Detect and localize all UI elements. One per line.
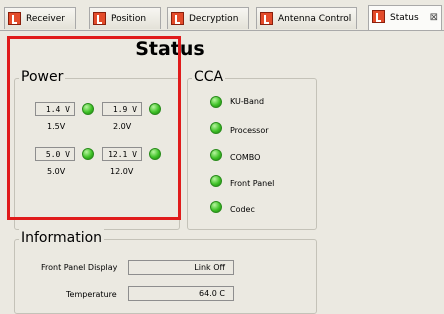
tab-bar: Receiver Position Decryption Antenna Con… — [0, 0, 444, 30]
information-title: Information — [19, 229, 105, 247]
app-icon — [260, 12, 273, 25]
status-led-icon — [210, 96, 222, 108]
tab-antenna-control[interactable]: Antenna Control — [256, 7, 357, 29]
power-title: Power — [19, 68, 66, 86]
cca-item-label: Processor — [230, 126, 269, 135]
voltage-nominal-label: 1.5V — [47, 122, 66, 131]
voltage-readout: 5.0 V — [35, 147, 75, 161]
information-group: Information Front Panel Display Link Off… — [14, 229, 317, 314]
tab-receiver[interactable]: Receiver — [4, 7, 76, 29]
tab-label: Decryption — [189, 14, 239, 24]
page-title: Status — [135, 38, 205, 60]
status-led-icon — [82, 148, 94, 160]
voltage-nominal-label: 5.0V — [47, 167, 66, 176]
status-led-icon — [149, 148, 161, 160]
voltage-nominal-label: 12.0V — [110, 167, 134, 176]
app-icon — [171, 12, 184, 25]
tab-label: Antenna Control — [278, 14, 352, 24]
cca-group: CCA KU-Band Processor COMBO Front Panel … — [187, 68, 317, 230]
status-led-icon — [210, 175, 222, 187]
app-icon — [8, 12, 21, 25]
tab-status[interactable]: Status ⊠ — [368, 5, 442, 30]
tab-decryption[interactable]: Decryption — [167, 7, 249, 29]
voltage-readout: 12.1 V — [102, 147, 142, 161]
tab-position[interactable]: Position — [89, 7, 161, 29]
front-panel-display-label: Front Panel Display — [41, 263, 118, 272]
cca-item-label: Codec — [230, 205, 255, 214]
status-led-icon — [210, 149, 222, 161]
front-panel-display-field: Link Off — [128, 260, 234, 275]
status-led-icon — [210, 201, 222, 213]
voltage-nominal-label: 2.0V — [113, 122, 132, 131]
voltage-readout: 1.4 V — [35, 102, 75, 116]
cca-item-label: Front Panel — [230, 179, 275, 188]
temperature-label: Temperature — [66, 290, 117, 299]
status-led-icon — [210, 122, 222, 134]
tab-label: Receiver — [26, 14, 65, 24]
status-led-icon — [149, 103, 161, 115]
power-group: Power 1.4 V 1.5V 1.9 V 2.0V 5.0 V 5.0V 1… — [14, 68, 180, 230]
voltage-readout: 1.9 V — [102, 102, 142, 116]
tab-label: Status — [390, 13, 419, 23]
cca-item-label: KU-Band — [230, 97, 265, 106]
close-icon[interactable]: ⊠ — [430, 7, 438, 29]
status-led-icon — [82, 103, 94, 115]
cca-title: CCA — [192, 68, 226, 86]
tab-label: Position — [111, 14, 147, 24]
status-panel: Status Power 1.4 V 1.5V 1.9 V 2.0V 5.0 V… — [0, 30, 444, 314]
app-icon — [372, 10, 385, 23]
app-icon — [93, 12, 106, 25]
cca-item-label: COMBO — [230, 153, 261, 162]
temperature-field: 64.0 C — [128, 286, 234, 301]
